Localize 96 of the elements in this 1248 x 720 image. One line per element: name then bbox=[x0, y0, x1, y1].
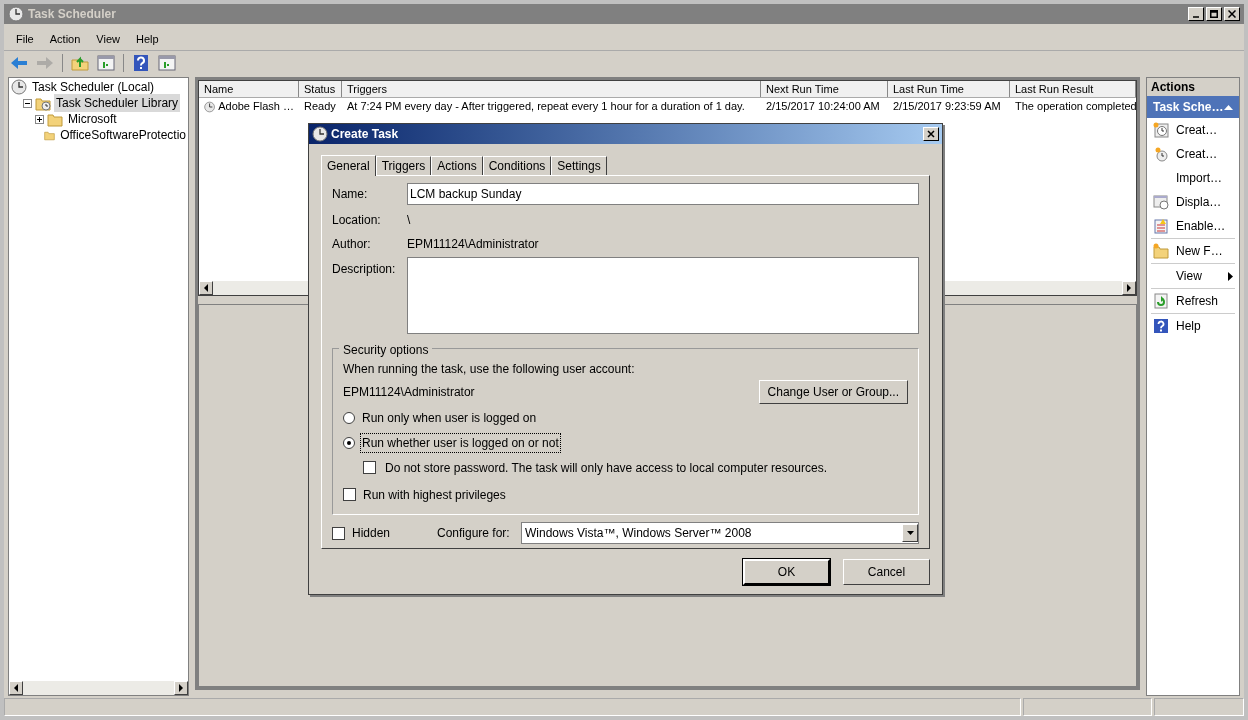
folder-clock-icon bbox=[35, 95, 51, 111]
checkbox[interactable] bbox=[343, 488, 356, 501]
change-user-button[interactable]: Change User or Group... bbox=[758, 380, 908, 404]
window-title: Task Scheduler bbox=[28, 6, 116, 23]
collapse-arrow-icon bbox=[1224, 104, 1233, 110]
column-header[interactable]: Triggers bbox=[342, 81, 761, 97]
configure-dropdown[interactable]: Windows Vista™, Windows Server™ 2008 bbox=[521, 522, 919, 544]
dialog-button[interactable]: OK bbox=[743, 559, 830, 585]
table-cell-text: The operation completed bbox=[1015, 99, 1137, 115]
pane-command[interactable]: Creat… bbox=[1147, 118, 1239, 142]
maximize-button[interactable] bbox=[1206, 7, 1222, 21]
group-header[interactable]: Task Sche… bbox=[1147, 96, 1239, 118]
clock-icon bbox=[204, 98, 216, 115]
menu-item[interactable]: Action bbox=[43, 30, 87, 48]
field-label: Configure for: bbox=[437, 525, 511, 542]
radio-label: Run whether user is logged on or not bbox=[361, 433, 560, 452]
close-icon bbox=[1228, 10, 1236, 18]
pane-command[interactable]: Creat… bbox=[1147, 142, 1239, 166]
column-header[interactable]: Next Run Time bbox=[761, 81, 888, 97]
tab[interactable]: Conditions bbox=[482, 156, 552, 175]
column-header[interactable]: Name bbox=[199, 81, 299, 97]
account-prompt: When running the task, use the following user account: bbox=[343, 361, 636, 378]
maximize-icon bbox=[1210, 10, 1218, 18]
checkbox[interactable] bbox=[332, 526, 345, 540]
tab[interactable]: Triggers bbox=[375, 156, 432, 175]
clock-icon bbox=[312, 126, 328, 142]
field-value: EPM11124\Administrator bbox=[407, 235, 539, 253]
pane-command[interactable]: Displa… bbox=[1147, 190, 1239, 214]
panel-heading: Actions bbox=[1147, 78, 1239, 96]
plus-icon bbox=[36, 115, 43, 123]
close-icon bbox=[927, 130, 935, 138]
account-name: EPM11124\Administrator bbox=[343, 384, 476, 401]
table-cell-text: 2/15/2017 9:23:59 AM bbox=[893, 99, 1001, 115]
folder-icon bbox=[47, 111, 63, 127]
expand-button[interactable] bbox=[35, 114, 44, 124]
help-icon bbox=[1153, 318, 1169, 334]
pane-command[interactable]: Refresh bbox=[1147, 289, 1239, 313]
pane-command[interactable]: Import… bbox=[1147, 166, 1239, 190]
table-cell-text: Adobe Flash … bbox=[218, 99, 294, 115]
checkbox-label: Run with highest privileges bbox=[363, 486, 506, 504]
pane-command[interactable]: Enable… bbox=[1147, 214, 1239, 238]
tab[interactable]: Settings bbox=[551, 156, 607, 175]
menu-item[interactable]: Help bbox=[129, 30, 165, 48]
table-cell-text: At 7:24 PM every day - After triggered, repeat every 1 hour for a duration of 1 day. bbox=[347, 99, 745, 115]
menu-item[interactable]: View bbox=[90, 30, 126, 48]
dialog-title: Create Task bbox=[331, 126, 399, 143]
right-arrow-icon bbox=[1126, 284, 1132, 292]
table-cell-text: 2/15/2017 10:24:00 AM bbox=[766, 99, 880, 115]
tab[interactable]: Actions bbox=[431, 156, 483, 175]
checkbox-label: Hidden bbox=[352, 525, 391, 542]
tree-item[interactable]: OfficeSoftwareProtectio bbox=[58, 126, 188, 144]
clock-icon bbox=[1153, 122, 1169, 138]
submenu-arrow-icon bbox=[1228, 271, 1233, 281]
collapse-button[interactable] bbox=[23, 98, 32, 108]
left-arrow-icon bbox=[203, 284, 209, 292]
column-header[interactable]: Last Run Result bbox=[1010, 81, 1136, 97]
minimize-icon bbox=[1193, 16, 1199, 18]
description-field[interactable] bbox=[407, 257, 919, 334]
tree-item[interactable]: Task Scheduler (Local) bbox=[30, 78, 157, 96]
pane-command[interactable]: View bbox=[1147, 264, 1239, 288]
name-field[interactable]: LCM backup Sunday bbox=[407, 183, 919, 205]
field-label: Name: bbox=[332, 186, 369, 203]
dropdown-arrow-icon bbox=[906, 531, 914, 535]
close-button[interactable] bbox=[923, 127, 939, 141]
right-arrow-icon bbox=[178, 684, 184, 692]
horizontal-scrollbar[interactable] bbox=[9, 681, 188, 695]
toolbar-button[interactable] bbox=[95, 52, 117, 73]
column-header[interactable]: Status bbox=[299, 81, 342, 97]
toolbar-button[interactable] bbox=[156, 52, 178, 73]
radio-button[interactable] bbox=[343, 436, 355, 449]
window-clock-icon bbox=[1153, 194, 1169, 210]
refresh-icon bbox=[1153, 293, 1169, 309]
tab[interactable]: General bbox=[321, 155, 376, 176]
field-value: \ bbox=[407, 212, 411, 229]
group-title: Task Sche… bbox=[1153, 99, 1224, 116]
table-cell-text: Ready bbox=[304, 99, 336, 115]
menu-item[interactable]: File bbox=[10, 30, 40, 48]
checkbox-label: Do not store password. The task will only have access to local computer resources. bbox=[385, 459, 827, 477]
dialog-button[interactable]: Cancel bbox=[843, 559, 930, 585]
close-button[interactable] bbox=[1224, 7, 1240, 21]
left-arrow-icon bbox=[13, 684, 19, 692]
pane-command[interactable]: Help bbox=[1147, 314, 1239, 338]
field-label: Description: bbox=[332, 261, 397, 278]
clock-icon bbox=[1153, 146, 1169, 162]
field-label: Location: bbox=[332, 212, 382, 229]
radio-button[interactable] bbox=[343, 411, 355, 424]
folder-icon bbox=[1153, 243, 1169, 259]
pane-command[interactable]: New F… bbox=[1147, 239, 1239, 263]
tree-item[interactable]: Task Scheduler Library bbox=[54, 94, 181, 112]
minimize-button[interactable] bbox=[1188, 7, 1204, 21]
tree-item[interactable]: Microsoft bbox=[66, 110, 119, 128]
field-label: Author: bbox=[332, 235, 372, 253]
radio-label: Run only when user is logged on bbox=[361, 409, 538, 427]
checkbox[interactable] bbox=[363, 461, 376, 474]
document-icon bbox=[1153, 218, 1169, 234]
column-header[interactable]: Last Run Time bbox=[888, 81, 1010, 97]
